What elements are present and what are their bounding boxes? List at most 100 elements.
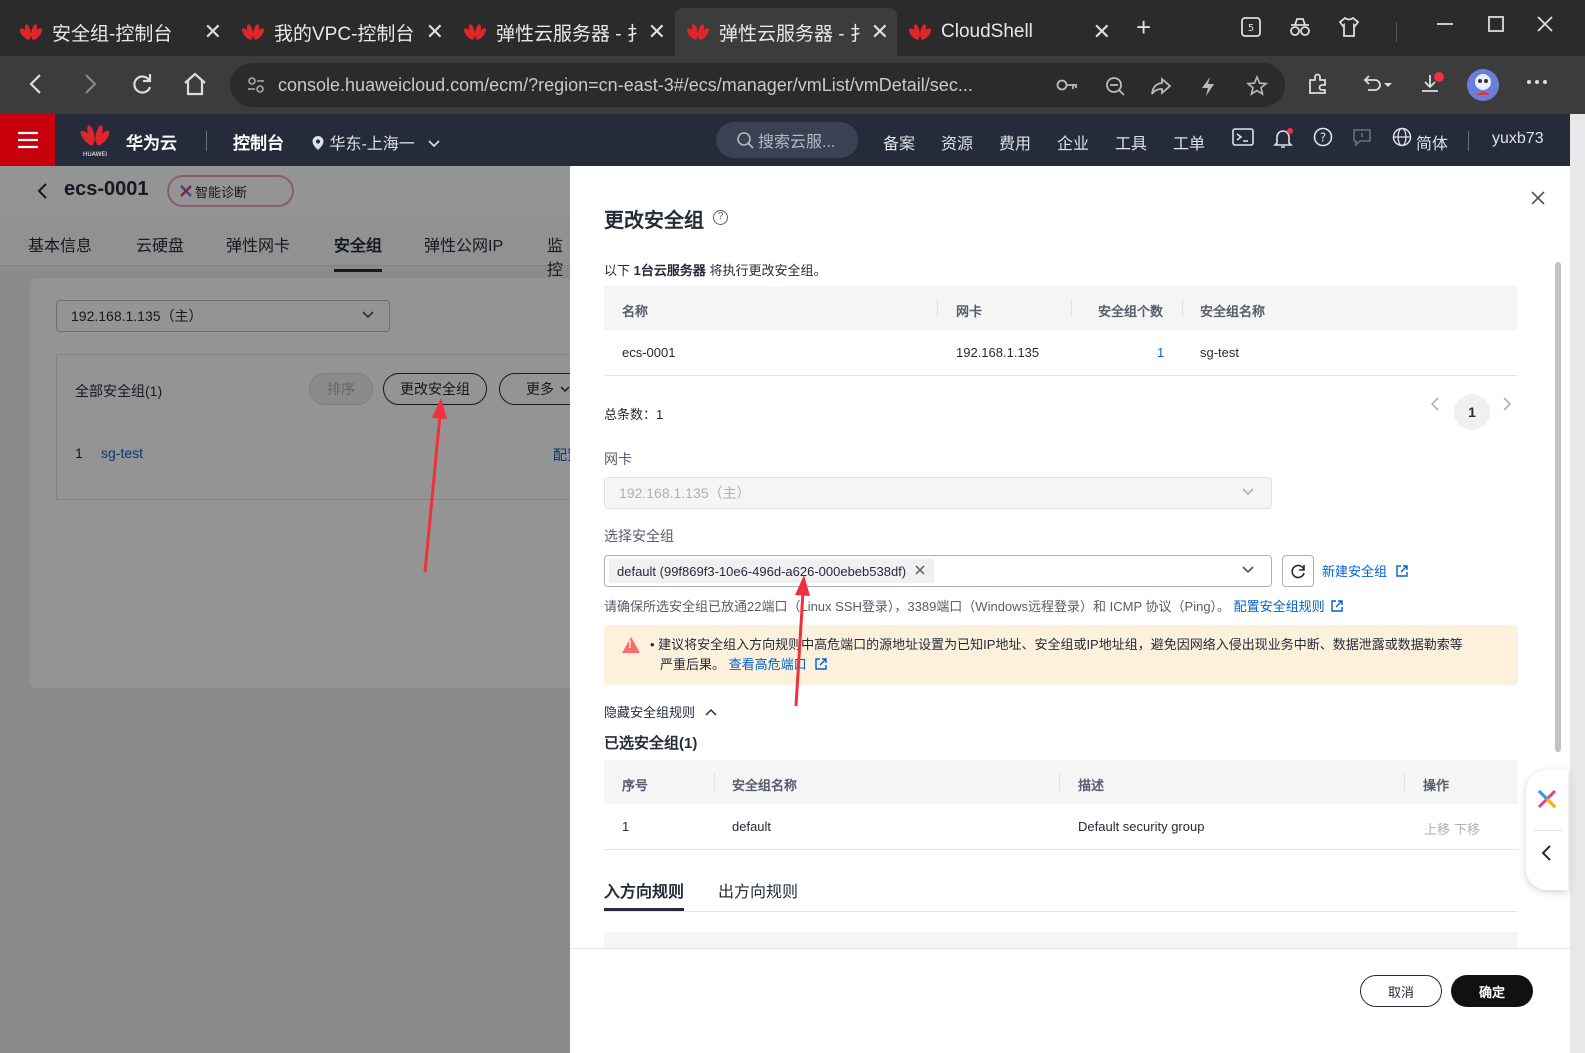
lightning-icon[interactable] <box>1198 75 1218 103</box>
security-group-select[interactable]: default (99f869f3-10e6-496d-a626-000ebeb… <box>604 555 1272 587</box>
nav-link-tickets[interactable]: 工单 <box>1173 130 1205 154</box>
huawei-logo-icon <box>20 24 42 40</box>
tab-title: 弹性云服务器 - 扌 <box>496 23 646 45</box>
drawer-intro: 以下 1台云服务器 将执行更改安全组。 <box>604 263 827 278</box>
close-icon[interactable] <box>1530 186 1546 212</box>
header-name: 名称 <box>622 304 649 319</box>
close-tab-icon[interactable]: ✕ <box>648 19 666 45</box>
header-index: 序号 <box>622 778 649 793</box>
close-tab-icon[interactable]: ✕ <box>426 19 444 45</box>
prev-page-icon[interactable] <box>1430 396 1440 417</box>
nav-link-tools[interactable]: 工具 <box>1115 130 1147 154</box>
move-down-link[interactable]: 下移 <box>1454 819 1480 838</box>
help-icon[interactable]: ? <box>713 210 728 225</box>
confirm-button[interactable]: 确定 <box>1451 975 1533 1007</box>
assistant-logo-icon[interactable] <box>1536 788 1558 810</box>
chevron-left-icon[interactable] <box>1540 844 1552 868</box>
maximize-icon[interactable] <box>1486 14 1506 40</box>
port-hint: 请确保所选安全组已放通22端口（Linux SSH登录），3389端口（Wind… <box>604 596 1344 615</box>
huawei-logo-icon <box>687 24 709 40</box>
refresh-button[interactable] <box>1282 555 1314 587</box>
tab-inbound-rules[interactable]: 入方向规则 <box>604 878 685 911</box>
region-selector[interactable]: 华东-上海一 <box>311 130 441 154</box>
drawer-scrollbar[interactable] <box>1555 262 1561 752</box>
close-tab-icon[interactable]: ✕ <box>1093 19 1111 45</box>
selected-sg-title: 已选安全组(1) <box>604 735 698 752</box>
browser-tab[interactable]: 我的VPC-控制台 ✕ <box>230 8 452 56</box>
brand-name[interactable]: 华为云 <box>126 129 177 154</box>
language-selector[interactable]: 简体 <box>1416 130 1448 154</box>
hide-rules-toggle[interactable]: 隐藏安全组规则 <box>604 702 717 721</box>
bookmark-star-icon[interactable] <box>1245 74 1269 103</box>
cell-nic: 192.168.1.135 <box>956 345 1040 360</box>
share-icon[interactable] <box>1150 75 1172 103</box>
home-icon[interactable] <box>182 70 208 105</box>
next-page-icon[interactable] <box>1502 396 1512 417</box>
external-link-icon <box>815 658 827 670</box>
tab-outbound-rules[interactable]: 出方向规则 <box>718 878 798 902</box>
browser-tab[interactable]: 弹性云服务器 - 扌 ✕ <box>452 8 674 56</box>
configure-rules-link[interactable]: 配置安全组规则 <box>1234 599 1325 614</box>
nav-link-resources[interactable]: 资源 <box>941 130 973 154</box>
header-sg-count: 安全组个数 <box>1098 304 1164 319</box>
site-info-icon[interactable] <box>246 75 266 100</box>
incognito-icon[interactable] <box>1288 16 1312 44</box>
header-sg-name: 安全组名称 <box>732 778 798 793</box>
cancel-button[interactable]: 取消 <box>1360 975 1442 1007</box>
move-up-link[interactable]: 上移 <box>1424 819 1450 838</box>
cell-sg-name: sg-test <box>1200 345 1240 360</box>
more-menu-icon[interactable] <box>1524 68 1550 103</box>
download-icon[interactable] <box>1418 70 1446 105</box>
nav-link-enterprise[interactable]: 企业 <box>1057 130 1089 154</box>
region-label: 华东-上海一 <box>329 136 415 153</box>
menu-icon[interactable] <box>0 114 55 166</box>
selected-sg-table: 序号 安全组名称 描述 操作 1 default Default securit… <box>604 760 1518 850</box>
cell-sg-name: default <box>732 819 772 834</box>
user-name[interactable]: yuxb73 <box>1492 130 1544 148</box>
feedback-icon[interactable] <box>1352 127 1372 152</box>
cloudshell-icon[interactable] <box>1232 127 1254 152</box>
minimize-icon[interactable] <box>1435 14 1455 40</box>
history-back-menu-icon[interactable] <box>1360 72 1394 103</box>
location-pin-icon <box>312 136 324 150</box>
new-tab-button[interactable]: + <box>1136 12 1151 43</box>
high-risk-ports-link[interactable]: 查看高危端口 <box>729 657 807 672</box>
browser-tab-active[interactable]: 弹性云服务器 - 扌 ✕ <box>675 8 897 56</box>
tab-title: 弹性云服务器 - 扌 <box>719 23 869 45</box>
nav-link-filing[interactable]: 备案 <box>883 130 915 154</box>
profile-avatar[interactable] <box>1466 68 1500 109</box>
notification-bell-icon[interactable] <box>1272 127 1294 154</box>
extensions-icon[interactable] <box>1306 72 1330 103</box>
close-tab-icon[interactable]: ✕ <box>871 19 889 45</box>
close-window-icon[interactable] <box>1535 14 1555 40</box>
help-icon[interactable]: ? <box>1313 127 1333 152</box>
modal-mask[interactable] <box>0 166 570 1053</box>
floating-assistant[interactable] <box>1526 770 1568 890</box>
header-actions: 操作 <box>1423 778 1450 793</box>
forward-icon[interactable] <box>78 70 102 105</box>
back-icon[interactable] <box>24 70 48 105</box>
window-edge <box>1570 114 1585 1053</box>
nav-link-billing[interactable]: 费用 <box>999 130 1031 154</box>
svg-text:HUAWEI: HUAWEI <box>83 151 107 158</box>
key-icon[interactable] <box>1056 75 1080 101</box>
close-tab-icon[interactable]: ✕ <box>204 19 222 45</box>
new-sg-link[interactable]: 新建安全组 <box>1322 561 1409 580</box>
cell-sg-count[interactable]: 1 <box>1157 345 1164 360</box>
browser-tab[interactable]: 安全组-控制台 ✕ <box>8 8 230 56</box>
console-title[interactable]: 控制台 <box>233 129 284 154</box>
console-search[interactable]: 搜索云服... <box>716 122 858 158</box>
total-count: 总条数：1 <box>604 407 664 422</box>
globe-icon[interactable] <box>1392 127 1412 152</box>
zoom-out-icon[interactable] <box>1104 75 1126 103</box>
new-sg-label: 新建安全组 <box>1322 564 1388 579</box>
browser-tab[interactable]: CloudShell ✕ <box>897 8 1119 56</box>
huawei-logo-icon <box>909 24 931 40</box>
chevron-down-icon[interactable] <box>1241 562 1255 579</box>
remove-chip-icon[interactable] <box>914 563 926 579</box>
refresh-icon[interactable] <box>130 70 154 105</box>
current-page[interactable]: 1 <box>1454 394 1490 430</box>
shirt-icon[interactable] <box>1338 16 1360 44</box>
tab-count-icon[interactable]: 5 <box>1240 16 1262 44</box>
url-field[interactable]: console.huaweicloud.com/ecm/?region=cn-e… <box>230 63 1285 107</box>
